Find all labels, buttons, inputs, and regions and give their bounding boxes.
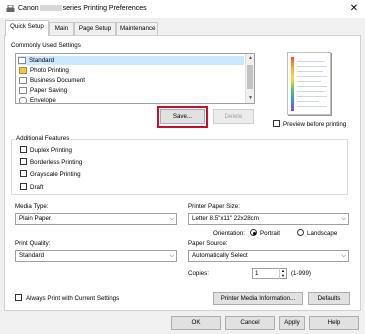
copies-stepper[interactable]: ▲ ▼ (279, 268, 286, 279)
orientation-label: Orientation: (213, 230, 245, 237)
list-item[interactable]: Envelope (19, 96, 56, 103)
copies-label: Copies: (188, 270, 209, 277)
print-quality-label: Print Quality: (15, 240, 51, 247)
close-icon: ✕ (349, 3, 359, 14)
window-title: Canon series Printing Preferences (18, 5, 147, 12)
paper-source-select[interactable]: Automatically Select ⌵ (188, 250, 349, 262)
media-type-label: Media Type: (15, 203, 49, 210)
envelope-icon (19, 96, 27, 103)
photo-icon (19, 66, 27, 74)
tab-quick-setup[interactable]: Quick Setup (5, 20, 49, 36)
borderless-label: Borderless Printing (30, 159, 83, 166)
tab-page-setup[interactable]: Page Setup (74, 22, 116, 35)
tab-main[interactable]: Main (49, 22, 74, 35)
apply-button[interactable]: Apply (279, 316, 305, 330)
paper-size-label: Printer Paper Size: (188, 203, 240, 210)
portrait-label: Portrait (260, 230, 280, 237)
defaults-button[interactable]: Defaults (308, 292, 350, 305)
tab-maintenance[interactable]: Maintenance (116, 22, 158, 35)
paper-source-label: Paper Source: (188, 240, 228, 247)
redacted-model-name (39, 5, 62, 12)
preview-checkbox[interactable] (273, 120, 280, 127)
always-print-checkbox[interactable] (15, 294, 22, 301)
grayscale-checkbox[interactable] (20, 170, 27, 177)
scroll-down-icon[interactable]: ▼ (246, 94, 254, 103)
list-item[interactable]: Photo Printing (19, 66, 69, 75)
borderless-checkbox[interactable] (20, 158, 27, 165)
scroll-up-icon[interactable]: ▲ (246, 54, 254, 63)
paper-size-select[interactable]: Letter 8.5"x11" 22x28cm ⌵ (188, 213, 349, 225)
cancel-button[interactable]: Cancel (225, 316, 275, 330)
duplex-label: Duplex Printing (30, 147, 72, 154)
list-item[interactable]: Standard (18, 56, 244, 65)
media-type-select[interactable]: Plain Paper ⌵ (15, 213, 177, 225)
additional-features-label: Additional Features (15, 135, 71, 142)
color-bar (291, 57, 294, 111)
print-quality-select[interactable]: Standard ⌵ (15, 250, 177, 262)
chevron-down-icon: ⌵ (341, 253, 346, 259)
list-scrollbar[interactable]: ▲ ▼ (245, 54, 254, 103)
draft-checkbox[interactable] (20, 183, 27, 190)
printer-media-info-button[interactable]: Printer Media Information... (213, 292, 303, 305)
help-button[interactable]: Help (309, 316, 359, 330)
delete-button[interactable]: Delete (213, 109, 254, 124)
portrait-radio[interactable] (250, 229, 257, 236)
business-doc-icon (19, 76, 27, 84)
draft-label: Draft (30, 184, 44, 191)
commonly-used-list[interactable]: Standard Photo Printing Business Documen… (15, 53, 255, 104)
duplex-checkbox[interactable] (20, 146, 27, 153)
chevron-down-icon: ⌵ (169, 253, 174, 259)
landscape-radio[interactable] (297, 229, 304, 236)
chevron-down-icon: ⌵ (341, 216, 346, 222)
always-print-label: Always Print with Current Settings (26, 295, 120, 302)
paper-preview (287, 52, 331, 115)
copies-input[interactable]: 1 ▲ ▼ (252, 268, 287, 279)
copies-range: (1-999) (291, 270, 311, 277)
save-button[interactable]: Save... (160, 109, 205, 124)
scroll-thumb[interactable] (247, 65, 253, 89)
chevron-down-icon: ⌵ (169, 216, 174, 222)
list-item[interactable]: Business Document (19, 76, 85, 85)
grayscale-label: Grayscale Printing (30, 171, 81, 178)
list-item[interactable]: Paper Saving (19, 86, 67, 95)
preview-checkbox-label: Preview before printing (283, 121, 347, 128)
close-button[interactable]: ✕ (347, 2, 361, 16)
commonly-used-label: Commonly Used Settings (11, 42, 81, 49)
printer-app-icon (6, 5, 15, 12)
ok-button[interactable]: OK (171, 316, 221, 330)
landscape-label: Landscape (307, 230, 338, 237)
paper-saving-icon (19, 86, 27, 94)
standard-doc-icon (18, 56, 26, 64)
